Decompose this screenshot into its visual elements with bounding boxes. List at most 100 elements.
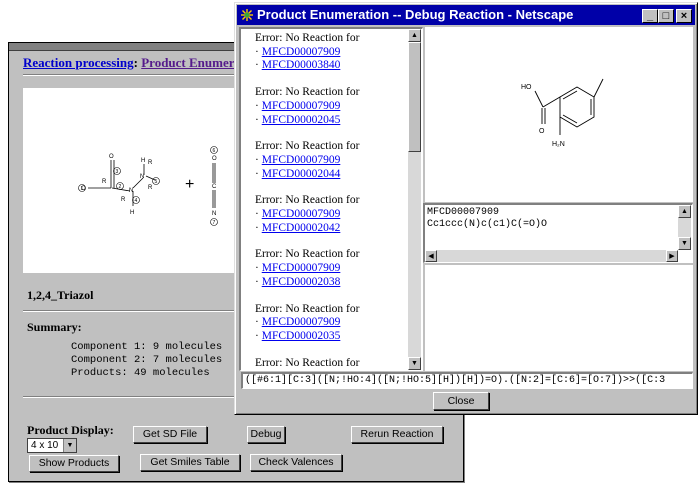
error-list-pane[interactable]: Error: No Reaction for · MFCD00007909 · MF… — [239, 27, 423, 371]
breadcrumb: Reaction processing: Product Enumera — [23, 55, 241, 71]
error-link-row: · MFCD00002044 — [255, 168, 359, 182]
error-link-row: · MFCD00002045 — [255, 114, 359, 128]
scroll-down-icon[interactable]: ▼ — [408, 357, 421, 370]
component-1-labels: O O R R N N R H R H — [81, 154, 153, 216]
error-link-row: · MFCD00007909 — [255, 370, 359, 371]
o-label: O — [539, 128, 545, 135]
summary-line: Component 2: 7 molecules — [71, 354, 223, 366]
close-button[interactable]: Close — [433, 392, 489, 410]
product-display-select[interactable]: 4 x 10 ▼ — [27, 438, 77, 453]
get-smiles-table-button[interactable]: Get Smiles Table — [140, 454, 240, 471]
molecule-text-pane[interactable]: MFCD00007909 Cc1ccc(N)c(c1)C(=O)O ▲ ▼ ◀ ▶ — [423, 203, 693, 263]
error-link-row: · MFCD00007909 — [255, 208, 359, 222]
map-number-1: 1 — [81, 186, 84, 192]
scroll-right-icon[interactable]: ▶ — [666, 250, 678, 262]
error-link-row: · MFCD00002038 — [255, 276, 359, 290]
atom-label-o2: O — [109, 154, 114, 160]
reaction-processing-link[interactable]: Reaction processing — [23, 55, 134, 70]
scroll-left-icon[interactable]: ◀ — [425, 250, 437, 262]
compound-link[interactable]: MFCD00007909 — [262, 262, 341, 274]
error-group: Error: No Reaction for · MFCD00007909 · MF… — [255, 248, 359, 289]
maximize-button[interactable]: □ — [658, 9, 674, 23]
compound-link[interactable]: MFCD00002038 — [262, 276, 341, 288]
compound-link[interactable]: MFCD00002044 — [262, 168, 341, 180]
chevron-down-icon[interactable]: ▼ — [63, 439, 76, 452]
bullet-icon: · — [255, 113, 259, 126]
ho-label: HO — [521, 84, 532, 91]
atom-label-n1: N — [129, 188, 133, 194]
netscape-app-icon — [240, 8, 254, 22]
window-title: Product Enumeration -- Debug Reaction - … — [257, 7, 574, 22]
compound-link[interactable]: MFCD00007909 — [262, 100, 341, 112]
compound-link[interactable]: MFCD00007909 — [262, 46, 341, 58]
scroll-down-icon[interactable]: ▼ — [678, 237, 691, 250]
compound-link[interactable]: MFCD00007909 — [262, 154, 341, 166]
bullet-icon: · — [255, 221, 259, 234]
debug-reaction-window: Product Enumeration -- Debug Reaction - … — [234, 2, 698, 415]
atom-label-n2: N — [140, 174, 144, 180]
compound-link[interactable]: MFCD00007909 — [262, 316, 341, 328]
compound-link[interactable]: MFCD00002035 — [262, 330, 341, 342]
window-titlebar[interactable]: Product Enumeration -- Debug Reaction - … — [237, 5, 695, 25]
check-valences-button[interactable]: Check Valences — [250, 454, 342, 471]
reaction-smarts-field[interactable]: ([#6:1][C:3]([N;!HO:4]([N;!HO:5][H])[H])… — [241, 372, 693, 389]
summary-line: Products: 49 molecules — [71, 367, 210, 379]
map-number-2: 2 — [119, 184, 122, 190]
summary-title: Summary: — [27, 320, 82, 334]
map-number-4: 4 — [135, 198, 138, 204]
error-group: Error: No Reaction for · MFCD00007909 · MF… — [255, 194, 359, 235]
scroll-up-icon[interactable]: ▲ — [408, 29, 421, 42]
summary-lines: Component 1: 9 molecules Component 2: 7 m… — [71, 341, 222, 380]
atom-label-o3: O — [212, 156, 217, 162]
scroll-thumb[interactable] — [408, 42, 421, 152]
error-link-row: · MFCD00007909 — [255, 100, 359, 114]
molecule-svg: HO O H₂N — [521, 78, 604, 148]
reaction-name: 1,2,4_Triazol — [27, 288, 94, 302]
blank-area — [425, 265, 693, 371]
error-message: Error: No Reaction for — [255, 302, 360, 315]
bullet-icon: · — [255, 167, 259, 180]
atom-label-r4: R — [148, 185, 153, 191]
error-group: Error: No Reaction for · MFCD00007909 · MF… — [255, 32, 359, 73]
error-group: Error: No Reaction for · MFCD00007909 · MF… — [255, 140, 359, 181]
error-message: Error: No Reaction for — [255, 140, 360, 153]
error-link-row: · MFCD00007909 — [255, 154, 359, 168]
scroll-up-icon[interactable]: ▲ — [678, 205, 691, 218]
error-list: Error: No Reaction for · MFCD00007909 · MF… — [255, 32, 360, 371]
map-number-5: 5 — [155, 179, 158, 185]
product-enumeration-link[interactable]: Product Enumera — [141, 55, 241, 70]
molecule-view: HO O H₂N — [425, 27, 693, 202]
text-pane-hscroll[interactable]: ◀ ▶ — [425, 250, 678, 262]
compound-link[interactable]: MFCD00003840 — [262, 59, 341, 71]
debug-button[interactable]: Debug — [247, 426, 285, 443]
atom-label-r2: R — [121, 197, 126, 203]
compound-link[interactable]: MFCD00007909 — [262, 208, 341, 220]
summary-line: Component 1: 9 molecules — [71, 341, 223, 353]
atom-label-n3: N — [212, 211, 216, 217]
component-1-map-number-text: 1 3 2 4 5 — [81, 169, 158, 204]
compound-link[interactable]: MFCD00002045 — [262, 114, 341, 126]
bullet-icon: · — [255, 208, 259, 221]
error-list-scrollbar[interactable]: ▲ ▼ — [408, 29, 421, 370]
error-message: Error: No Reaction for — [255, 356, 360, 369]
map-number-3: 3 — [116, 169, 119, 175]
close-window-button[interactable]: × — [676, 9, 692, 23]
error-link-row: · MFCD00007909 — [255, 316, 359, 330]
error-link-row: · MFCD00007909 — [255, 46, 359, 60]
bullet-icon: · — [255, 59, 259, 72]
compound-link[interactable]: MFCD00007909 — [262, 370, 341, 371]
bullet-icon: · — [255, 262, 259, 275]
error-group: Error: No Reaction for · MFCD00007909 · MF… — [255, 303, 359, 344]
molecule-structure — [534, 78, 604, 135]
rerun-reaction-button[interactable]: Rerun Reaction — [351, 426, 443, 443]
atom-label-c: C — [212, 184, 217, 190]
minimize-button[interactable]: _ — [642, 9, 658, 23]
compound-link[interactable]: MFCD00002042 — [262, 222, 341, 234]
show-products-button[interactable]: Show Products — [29, 455, 119, 472]
text-pane-vscroll[interactable]: ▲ ▼ — [678, 205, 691, 250]
bullet-icon: · — [255, 370, 259, 371]
molecule-labels: HO O H₂N — [521, 84, 565, 148]
product-display-value: 4 x 10 — [31, 440, 59, 451]
get-sd-file-button[interactable]: Get SD File — [133, 426, 207, 443]
error-group: Error: No Reaction for· MFCD00007909 — [255, 356, 360, 371]
